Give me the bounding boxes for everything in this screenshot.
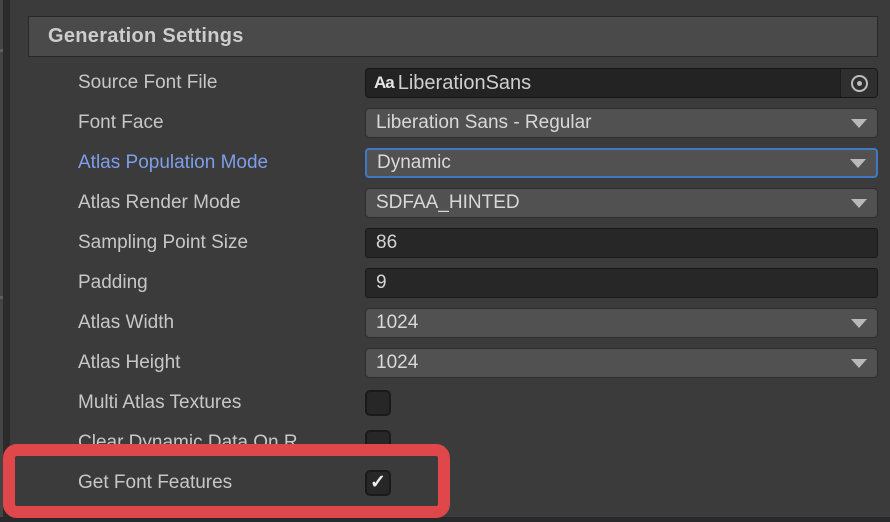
panel-bottom-edge bbox=[0, 517, 890, 522]
row-clear-dynamic-data: Clear Dynamic Data On R bbox=[0, 428, 890, 458]
multi-atlas-textures-checkbox[interactable] bbox=[365, 390, 391, 416]
font-face-dropdown[interactable]: Liberation Sans - Regular bbox=[365, 108, 878, 138]
row-atlas-population-mode: Atlas Population Mode Dynamic bbox=[0, 148, 890, 178]
get-font-features-checkbox[interactable]: ✓ bbox=[365, 470, 391, 496]
sampling-point-size-input[interactable]: 86 bbox=[365, 228, 878, 258]
source-font-file-object-field[interactable]: Aa LiberationSans bbox=[365, 68, 878, 98]
left-edge-tick bbox=[0, 49, 3, 52]
font-face-label: Font Face bbox=[78, 108, 360, 138]
section-title: Generation Settings bbox=[29, 25, 244, 48]
row-sampling-point-size: Sampling Point Size 86 bbox=[0, 228, 890, 258]
padding-input[interactable]: 9 bbox=[365, 268, 878, 298]
row-atlas-render-mode: Atlas Render Mode SDFAA_HINTED bbox=[0, 188, 890, 218]
clear-dynamic-data-label: Clear Dynamic Data On R bbox=[78, 428, 360, 458]
font-asset-icon: Aa bbox=[366, 73, 398, 93]
atlas-width-label: Atlas Width bbox=[78, 308, 360, 338]
row-multi-atlas-textures: Multi Atlas Textures bbox=[0, 388, 890, 418]
chevron-down-icon bbox=[851, 319, 867, 328]
atlas-width-value: 1024 bbox=[366, 312, 851, 334]
source-font-file-label: Source Font File bbox=[78, 68, 360, 98]
atlas-height-dropdown[interactable]: 1024 bbox=[365, 348, 878, 378]
row-atlas-width: Atlas Width 1024 bbox=[0, 308, 890, 338]
atlas-render-mode-dropdown[interactable]: SDFAA_HINTED bbox=[365, 188, 878, 218]
row-source-font-file: Source Font File Aa LiberationSans bbox=[0, 68, 890, 98]
atlas-height-value: 1024 bbox=[366, 352, 851, 374]
atlas-width-dropdown[interactable]: 1024 bbox=[365, 308, 878, 338]
object-picker-icon bbox=[851, 75, 868, 92]
chevron-down-icon bbox=[851, 119, 867, 128]
row-padding: Padding 9 bbox=[0, 268, 890, 298]
inspector-generation-settings-panel: Generation Settings Source Font File Aa … bbox=[0, 0, 890, 522]
atlas-population-mode-value: Dynamic bbox=[367, 152, 850, 174]
get-font-features-label: Get Font Features bbox=[78, 468, 360, 498]
atlas-render-mode-value: SDFAA_HINTED bbox=[366, 192, 851, 214]
padding-value: 9 bbox=[366, 272, 387, 294]
padding-label: Padding bbox=[78, 268, 360, 298]
row-atlas-height: Atlas Height 1024 bbox=[0, 348, 890, 378]
sampling-point-size-value: 86 bbox=[366, 232, 397, 254]
clear-dynamic-data-checkbox[interactable] bbox=[365, 430, 391, 456]
object-picker-button[interactable] bbox=[840, 69, 877, 97]
row-font-face: Font Face Liberation Sans - Regular bbox=[0, 108, 890, 138]
atlas-render-mode-label: Atlas Render Mode bbox=[78, 188, 360, 218]
chevron-down-icon bbox=[850, 159, 866, 168]
atlas-population-mode-dropdown[interactable]: Dynamic bbox=[365, 148, 878, 178]
atlas-height-label: Atlas Height bbox=[78, 348, 360, 378]
sampling-point-size-label: Sampling Point Size bbox=[78, 228, 360, 258]
section-header-generation-settings[interactable]: Generation Settings bbox=[28, 16, 878, 57]
row-get-font-features: Get Font Features ✓ bbox=[0, 468, 890, 498]
multi-atlas-textures-label: Multi Atlas Textures bbox=[78, 388, 360, 418]
chevron-down-icon bbox=[851, 199, 867, 208]
chevron-down-icon bbox=[851, 359, 867, 368]
font-face-value: Liberation Sans - Regular bbox=[366, 112, 851, 134]
atlas-population-mode-label: Atlas Population Mode bbox=[78, 148, 360, 178]
source-font-file-value: LiberationSans bbox=[398, 69, 840, 97]
